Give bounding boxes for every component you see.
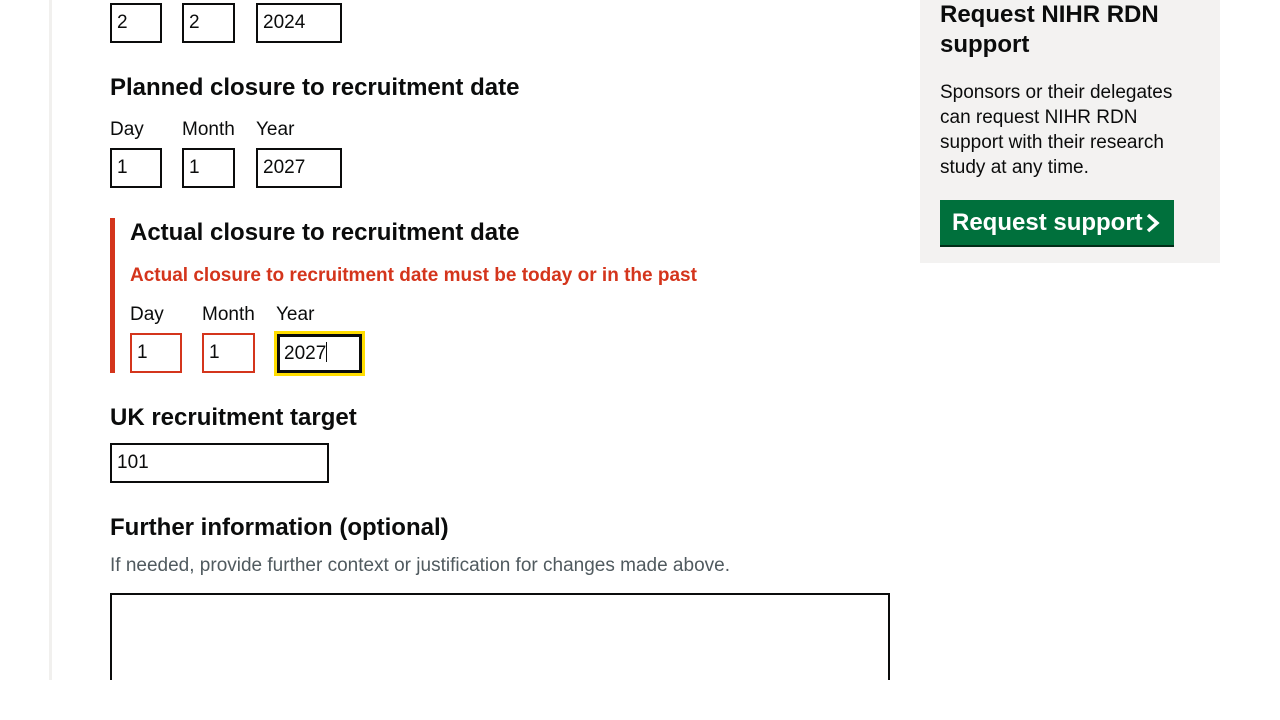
actual-closure-heading: Actual closure to recruitment date bbox=[130, 219, 520, 246]
chevron-right-icon bbox=[1146, 213, 1160, 233]
further-info-textarea[interactable] bbox=[110, 593, 890, 693]
actual-month-input[interactable]: 1 bbox=[202, 333, 255, 373]
planned-year-input[interactable]: 2027 bbox=[256, 148, 342, 188]
uk-target-heading: UK recruitment target bbox=[110, 404, 357, 431]
planned-closure-heading: Planned closure to recruitment date bbox=[110, 74, 520, 101]
start-date-row: 2 2 2024 bbox=[110, 3, 342, 43]
start-day-input[interactable]: 2 bbox=[110, 3, 162, 43]
sidebar-title: Request NIHR RDN support bbox=[940, 1, 1159, 58]
request-support-label: Request support bbox=[952, 209, 1143, 236]
actual-closure-date: Day 1 Month 1 Year 2027 bbox=[130, 302, 365, 376]
support-sidebar: Request NIHR RDN support Sponsors or the… bbox=[920, 0, 1220, 263]
actual-day-input[interactable]: 1 bbox=[130, 333, 182, 373]
actual-year-input[interactable]: 2027 bbox=[277, 334, 362, 373]
actual-year-value: 2027 bbox=[284, 343, 327, 364]
planned-month-input[interactable]: 1 bbox=[182, 148, 235, 188]
focus-ring: 2027 bbox=[274, 331, 365, 376]
start-year-input[interactable]: 2024 bbox=[256, 3, 342, 43]
planned-year-label: Year bbox=[256, 119, 295, 140]
text-caret bbox=[326, 342, 328, 362]
actual-day-label: Day bbox=[130, 304, 164, 325]
further-info-heading: Further information (optional) bbox=[110, 514, 449, 541]
viewport-bottom bbox=[0, 680, 1280, 720]
actual-month-label: Month bbox=[202, 304, 255, 325]
uk-target-input[interactable]: 101 bbox=[110, 443, 329, 483]
planned-month-label: Month bbox=[182, 119, 235, 140]
planned-closure-date: Day 1 Month 1 Year 2027 bbox=[110, 117, 342, 188]
sidebar-body: Sponsors or their delegates can request … bbox=[940, 82, 1173, 178]
planned-day-input[interactable]: 1 bbox=[110, 148, 162, 188]
actual-year-label: Year bbox=[276, 304, 315, 325]
page: 2 2 2024 Planned closure to recruitment … bbox=[0, 0, 1280, 720]
further-info-hint: If needed, provide further context or ju… bbox=[110, 555, 730, 576]
request-support-button[interactable]: Request support bbox=[940, 200, 1174, 245]
left-border bbox=[49, 0, 52, 680]
planned-day-label: Day bbox=[110, 119, 144, 140]
error-indicator-bar bbox=[110, 218, 115, 373]
start-month-input[interactable]: 2 bbox=[182, 3, 235, 43]
actual-closure-error-message: Actual closure to recruitment date must … bbox=[130, 265, 697, 286]
